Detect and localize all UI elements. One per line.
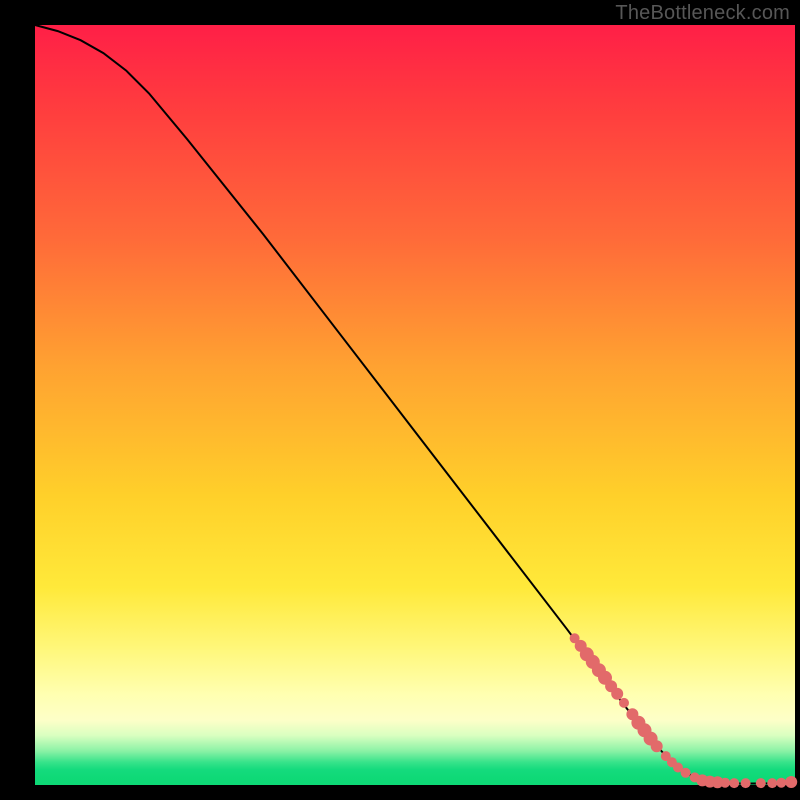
data-marker	[651, 740, 663, 752]
data-marker	[611, 688, 623, 700]
data-marker	[729, 778, 739, 788]
plot-area	[35, 25, 795, 785]
bottleneck-curve	[35, 25, 795, 784]
data-marker	[756, 778, 766, 788]
data-marker	[767, 778, 777, 788]
data-marker	[741, 778, 751, 788]
data-markers	[570, 633, 798, 788]
attribution-text: TheBottleneck.com	[615, 2, 790, 25]
chart-container: TheBottleneck.com	[0, 0, 800, 800]
data-marker	[619, 698, 629, 708]
chart-svg	[35, 25, 795, 785]
data-marker	[785, 776, 797, 788]
data-marker	[720, 778, 730, 788]
data-marker	[681, 768, 691, 778]
data-marker	[776, 778, 786, 788]
